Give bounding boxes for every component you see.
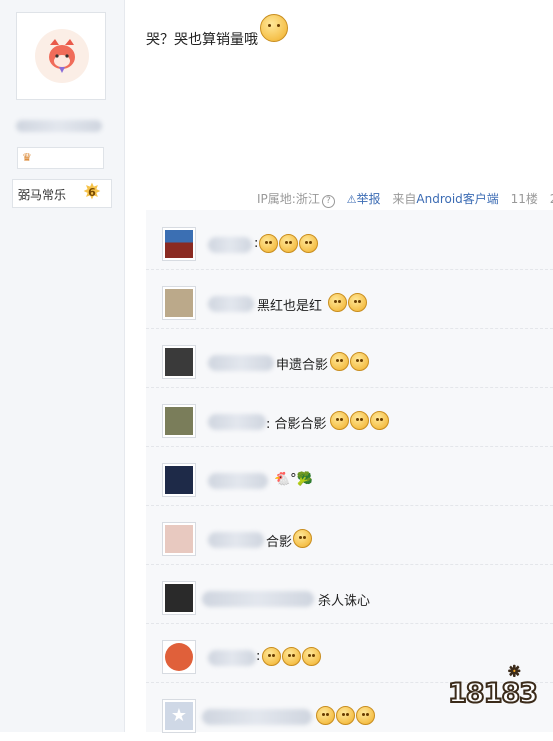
reply-emoticons <box>316 706 376 725</box>
post-text: 哭？哭也算销量哦 <box>146 32 258 48</box>
client-prefix: 来自 <box>392 192 417 206</box>
reply-text: 黑红也是红 <box>257 299 323 314</box>
reply-avatar[interactable] <box>162 522 196 556</box>
reply-avatar[interactable] <box>162 640 196 674</box>
level-number: 6 <box>88 186 96 199</box>
reply-emoticons <box>330 352 370 371</box>
watermark-text: 18183 <box>447 677 539 710</box>
emoticon-icon <box>356 706 375 725</box>
emoticon-icon <box>348 293 367 312</box>
reply-item: 申遗合影 <box>146 328 553 388</box>
warning-icon: ⚠ <box>346 193 357 206</box>
reply-text: 杀人诛心 <box>318 594 371 609</box>
emoticon-icon <box>370 411 389 430</box>
emoticon-icon <box>293 529 312 548</box>
client-link[interactable]: Android客户端 <box>416 192 498 206</box>
reply-text: 合影 <box>266 535 293 550</box>
reply-text: 申遗合影 <box>276 358 329 373</box>
post-meta: IP属地:浙江? ⚠举报 来自Android客户端 11楼 202 <box>257 190 553 208</box>
reply-username-blurred[interactable] <box>208 650 256 666</box>
emoticon-icon <box>259 234 278 253</box>
user-badge[interactable]: ♛ <box>17 147 104 169</box>
reply-username-blurred[interactable] <box>202 709 312 725</box>
reply-emoticons <box>259 234 319 253</box>
reply-avatar[interactable] <box>162 227 196 261</box>
emoticon-icon <box>262 647 281 666</box>
reply-text: : 合影合影 <box>266 417 327 432</box>
reply-emoticons <box>262 647 322 666</box>
default-avatar-star-icon: ★ <box>165 702 193 730</box>
reply-username-blurred[interactable] <box>202 591 314 607</box>
reply-item: 杀人诛心 <box>146 564 553 624</box>
avatar-image <box>35 29 89 83</box>
reply-avatar[interactable]: ★ <box>162 699 196 733</box>
client-info: 来自Android客户端 <box>392 192 498 206</box>
cartoon-fox-icon <box>49 39 75 73</box>
emoticon-icon <box>330 352 349 371</box>
reply-avatar[interactable] <box>162 345 196 379</box>
reply-item: 🐔°🥦 <box>146 446 553 506</box>
reply-item: : 合影合影 <box>146 387 553 447</box>
user-avatar[interactable] <box>16 12 106 100</box>
reply-emoticons <box>328 293 368 312</box>
reply-avatar[interactable] <box>162 286 196 320</box>
emoticon-icon <box>299 234 318 253</box>
floor-number: 11楼 <box>510 192 538 206</box>
reply-username-blurred[interactable] <box>208 532 264 548</box>
badge-crown-icon: ♛ <box>22 151 32 164</box>
report-label: 举报 <box>356 192 381 206</box>
emoticon-icon <box>279 234 298 253</box>
reply-avatar[interactable] <box>162 404 196 438</box>
emoticon-icon <box>350 411 369 430</box>
user-sidebar: ♛ 弼马常乐 ✸ 6 <box>0 0 125 732</box>
reply-avatar[interactable] <box>162 581 196 615</box>
emoticon-icon <box>330 411 349 430</box>
reply-text: : <box>256 649 261 664</box>
username-blurred[interactable] <box>16 120 102 132</box>
report-link[interactable]: ⚠举报 <box>347 192 381 206</box>
reply-username-blurred[interactable] <box>208 414 266 430</box>
emoticon-icon <box>316 706 335 725</box>
reply-emoji-text: 🐔°🥦 <box>274 472 313 487</box>
reply-username-blurred[interactable] <box>208 355 274 371</box>
emoticon-icon <box>336 706 355 725</box>
emoticon-icon <box>260 14 288 42</box>
sun-icon: ☀ <box>507 663 522 681</box>
help-icon[interactable]: ? <box>321 195 335 208</box>
reply-item: 黑红也是红 <box>146 269 553 329</box>
reply-emoticons <box>293 529 313 548</box>
reply-item: 合影 <box>146 505 553 565</box>
reply-username-blurred[interactable] <box>208 473 268 489</box>
reply-list: : 黑红也是红 申遗合影 : 合影合影 🐔°🥦 合影 杀人诛心: ★ <box>146 210 553 733</box>
reply-username-blurred[interactable] <box>208 237 252 253</box>
level-title: 弼马常乐 <box>18 188 67 202</box>
reply-emoticons <box>330 411 390 430</box>
emoticon-icon <box>328 293 347 312</box>
user-level[interactable]: 弼马常乐 ✸ 6 <box>12 179 112 208</box>
reply-text: : <box>254 236 259 251</box>
emoticon-icon <box>302 647 321 666</box>
site-watermark-logo: ☀ 18183 <box>447 663 546 720</box>
emoticon-icon <box>350 352 369 371</box>
reply-username-blurred[interactable] <box>208 296 254 312</box>
ip-location: IP属地:浙江 <box>257 192 320 206</box>
emoticon-icon <box>282 647 301 666</box>
reply-avatar[interactable] <box>162 463 196 497</box>
reply-item: : <box>146 210 553 270</box>
